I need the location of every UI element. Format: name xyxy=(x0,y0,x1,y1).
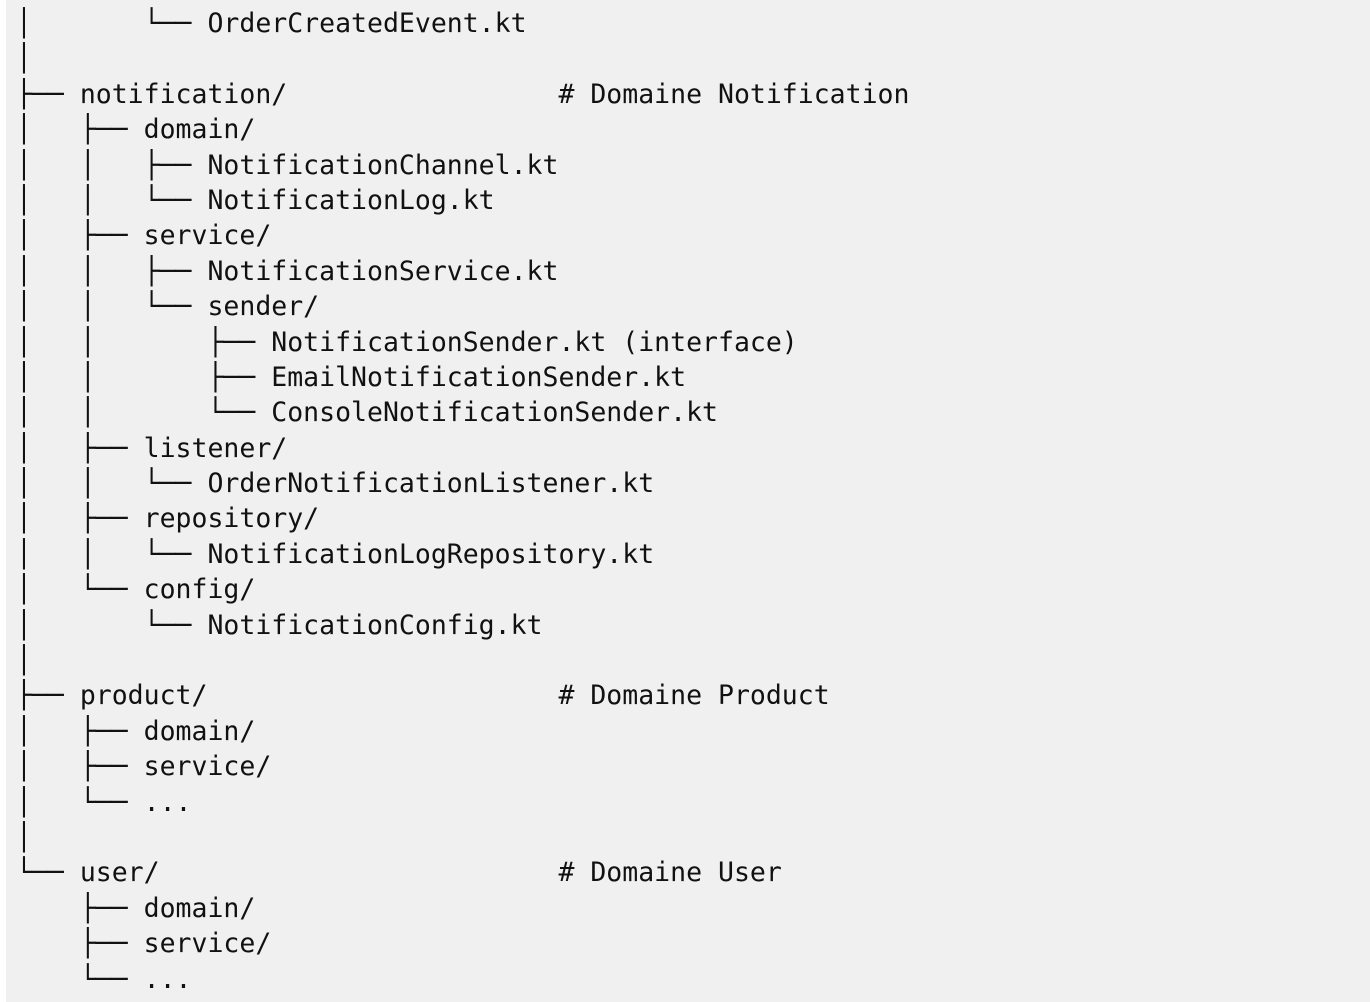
code-block: │ └── OrderCreatedEvent.kt │ ├── notificat… xyxy=(6,0,1370,1002)
tree-line: │ xyxy=(16,821,32,853)
tree-line: ├── product/ # Domaine Product xyxy=(16,680,830,712)
tree-line: │ ├── domain/ xyxy=(16,114,256,146)
tree-line: └── ... xyxy=(16,963,192,995)
tree-line: │ │ └── OrderNotificationListener.kt xyxy=(16,468,655,500)
tree-line: └── user/ # Domaine User xyxy=(16,857,782,889)
tree-line: │ ├── repository/ xyxy=(16,503,320,535)
tree-line: │ xyxy=(16,43,32,75)
tree-line: │ xyxy=(16,645,32,677)
tree-line: ├── notification/ # Domaine Notification xyxy=(16,78,910,110)
tree-line: │ │ ├── NotificationChannel.kt xyxy=(16,149,559,181)
tree-line: ├── domain/ xyxy=(16,892,256,924)
tree-line: │ │ └── sender/ xyxy=(16,291,320,323)
directory-tree: │ └── OrderCreatedEvent.kt │ ├── notificat… xyxy=(16,6,909,997)
tree-line: │ └── config/ xyxy=(16,574,256,606)
tree-line: │ └── OrderCreatedEvent.kt xyxy=(16,8,527,39)
tree-line: │ │ ├── NotificationSender.kt (interface… xyxy=(16,326,798,358)
tree-line: │ └── NotificationConfig.kt xyxy=(16,609,543,641)
tree-line: │ │ ├── EmailNotificationSender.kt xyxy=(16,361,687,393)
tree-line: │ ├── service/ xyxy=(16,751,272,783)
tree-line: │ ├── service/ xyxy=(16,220,272,252)
tree-line: │ ├── domain/ xyxy=(16,715,256,747)
tree-line: │ │ ├── NotificationService.kt xyxy=(16,255,559,287)
tree-line: │ ├── listener/ xyxy=(16,432,288,464)
tree-line: │ │ └── NotificationLogRepository.kt xyxy=(16,538,655,570)
tree-line: │ │ └── ConsoleNotificationSender.kt xyxy=(16,397,718,429)
tree-line: │ │ └── NotificationLog.kt xyxy=(16,184,495,216)
tree-line: │ └── ... xyxy=(16,786,192,818)
tree-line: ├── service/ xyxy=(16,928,272,960)
